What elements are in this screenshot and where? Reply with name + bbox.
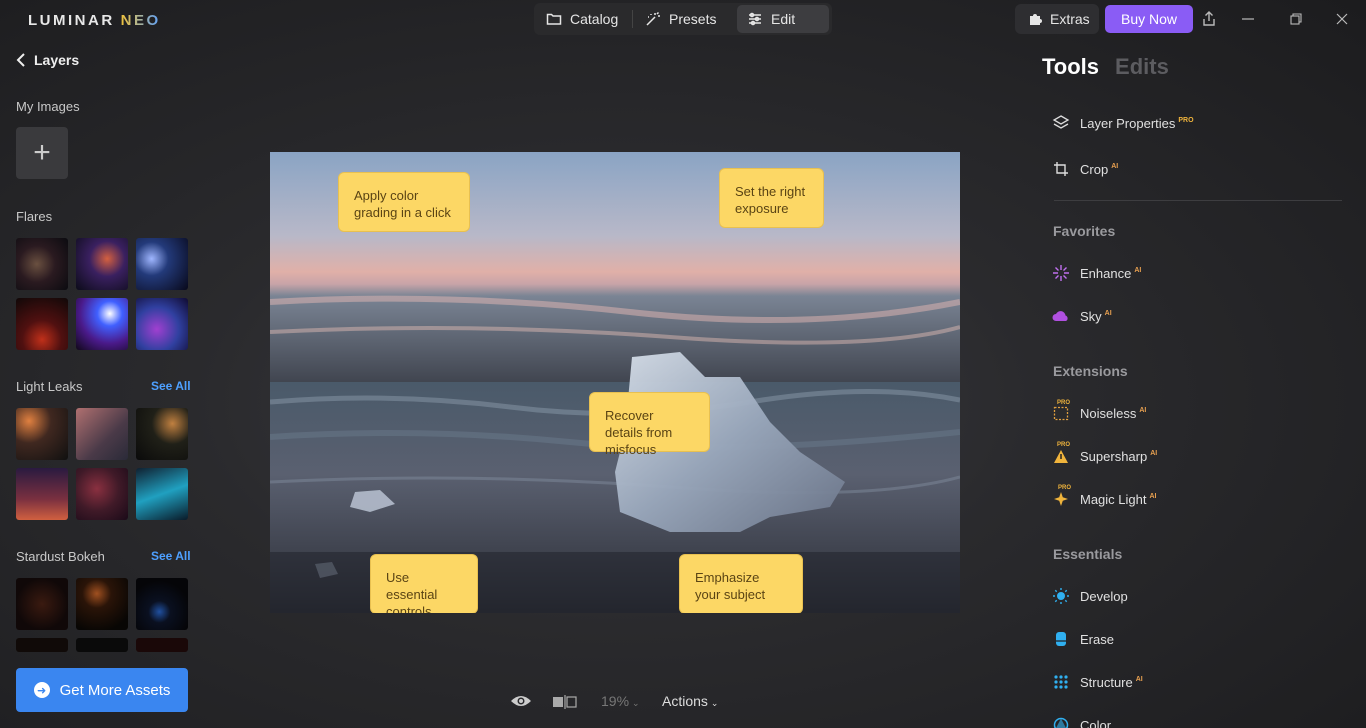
flares-title: Flares — [16, 209, 53, 224]
tool-enhance[interactable]: Enhance AI — [1052, 263, 1141, 283]
magic-wand-icon — [646, 11, 660, 26]
flare-thumb[interactable] — [136, 298, 188, 350]
callout-color-grading: Apply color grading in a click — [338, 172, 470, 232]
actions-dropdown[interactable]: Actions ⌄ — [662, 693, 718, 709]
crop-icon — [1052, 160, 1070, 178]
light-leaks-title: Light Leaks — [16, 379, 83, 394]
callout-essential-controls: Use essential controls — [370, 554, 478, 613]
callout-exposure: Set the right exposure — [719, 168, 824, 228]
light-leak-thumb[interactable] — [76, 468, 128, 520]
tab-tools[interactable]: Tools — [1042, 54, 1099, 80]
compare-icon[interactable] — [552, 695, 578, 712]
arrow-right-icon: ➜ — [33, 682, 50, 698]
bokeh-thumb[interactable] — [16, 638, 68, 652]
title-bar: LUMINAR NEO Catalog Presets Edit Extras B… — [0, 0, 1366, 40]
presets-button[interactable]: Presets — [635, 5, 731, 33]
cloud-icon — [1052, 307, 1070, 325]
mode-switcher: Catalog Presets Edit — [534, 3, 832, 35]
light-leaks-see-all-link[interactable]: See All — [151, 379, 191, 393]
buy-now-button[interactable]: Buy Now — [1105, 5, 1193, 33]
tool-sky[interactable]: Sky AI — [1052, 306, 1112, 326]
tool-magic-light[interactable]: PRO Magic Light AI — [1052, 485, 1156, 509]
noiseless-icon: PRO — [1052, 400, 1070, 422]
enhance-icon — [1052, 264, 1070, 282]
restore-icon[interactable] — [1287, 10, 1305, 28]
share-icon[interactable] — [1200, 10, 1218, 28]
my-images-title: My Images — [16, 99, 80, 114]
tool-erase[interactable]: Erase — [1052, 629, 1114, 649]
favorites-title: Favorites — [1053, 223, 1116, 239]
tool-crop[interactable]: Crop AI — [1052, 159, 1118, 179]
add-image-button[interactable]: + — [16, 127, 68, 179]
close-icon[interactable] — [1333, 10, 1351, 28]
get-more-assets-button[interactable]: ➜ Get More Assets — [16, 668, 188, 712]
tools-panel: Tools Edits Layer Properties PRO Crop AI F… — [1030, 40, 1366, 728]
eye-icon[interactable] — [510, 693, 532, 712]
minimize-icon[interactable] — [1239, 10, 1257, 28]
tool-layer-properties[interactable]: Layer Properties PRO — [1052, 113, 1194, 133]
callout-subject: Emphasize your subject — [679, 554, 803, 613]
stardust-bokeh-title: Stardust Bokeh — [16, 549, 105, 564]
flare-thumb[interactable] — [76, 238, 128, 290]
sun-icon — [1052, 587, 1070, 605]
bokeh-thumb[interactable] — [76, 638, 128, 652]
plus-icon: + — [33, 136, 51, 169]
light-leak-thumb[interactable] — [16, 408, 68, 460]
logo-sub-text: NEO — [120, 12, 161, 29]
extensions-title: Extensions — [1053, 363, 1128, 379]
light-leak-thumb[interactable] — [76, 408, 128, 460]
extras-button[interactable]: Extras — [1015, 4, 1099, 34]
flare-thumb[interactable] — [76, 298, 128, 350]
folder-icon — [546, 13, 562, 25]
app-logo: LUMINAR NEO — [28, 12, 161, 29]
tab-edits[interactable]: Edits — [1115, 54, 1169, 80]
light-leak-thumb[interactable] — [136, 468, 188, 520]
puzzle-icon — [1030, 14, 1042, 25]
flare-thumb[interactable] — [16, 238, 68, 290]
essentials-title: Essentials — [1053, 546, 1123, 562]
catalog-button[interactable]: Catalog — [536, 5, 630, 33]
light-leak-thumb[interactable] — [136, 408, 188, 460]
sliders-icon — [749, 12, 761, 26]
magic-light-icon: PRO — [1052, 485, 1071, 508]
structure-icon — [1052, 673, 1070, 691]
callout-misfocus: Recover details from misfocus — [589, 392, 710, 457]
stardust-see-all-link[interactable]: See All — [151, 549, 191, 563]
tool-color[interactable]: Color — [1052, 715, 1111, 728]
layers-panel: Layers My Images + Flares Light Leaks Se… — [0, 40, 206, 728]
color-icon — [1052, 716, 1070, 728]
panel-divider — [1054, 200, 1342, 201]
bokeh-thumb[interactable] — [76, 578, 128, 630]
eraser-icon — [1052, 630, 1070, 648]
flare-thumb[interactable] — [16, 298, 68, 350]
nav-separator — [632, 10, 633, 28]
flare-thumb[interactable] — [136, 238, 188, 290]
chevron-left-icon — [16, 53, 25, 67]
tool-noiseless[interactable]: PRO Noiseless AI — [1052, 400, 1146, 423]
edit-button[interactable]: Edit — [737, 5, 829, 33]
bokeh-thumb[interactable] — [16, 578, 68, 630]
layers-icon — [1052, 114, 1070, 132]
panel-tabs: Tools Edits — [1042, 54, 1169, 80]
zoom-dropdown[interactable]: 19% ⌄ — [601, 693, 640, 709]
tool-structure[interactable]: Structure AI — [1052, 672, 1143, 692]
photo-canvas[interactable]: Apply color grading in a click Set the r… — [270, 152, 960, 613]
supersharp-icon: PRO — [1052, 442, 1070, 465]
bokeh-thumb[interactable] — [136, 578, 188, 630]
bokeh-thumb[interactable] — [136, 638, 188, 652]
chevron-down-icon: ⌄ — [710, 698, 719, 708]
light-leak-thumb[interactable] — [16, 468, 68, 520]
tool-develop[interactable]: Develop — [1052, 586, 1128, 606]
tool-supersharp[interactable]: PRO Supersharp AI — [1052, 442, 1157, 466]
back-to-layers-button[interactable]: Layers — [16, 52, 79, 68]
logo-main-text: LUMINAR — [28, 12, 115, 29]
chevron-down-icon: ⌄ — [632, 698, 640, 708]
